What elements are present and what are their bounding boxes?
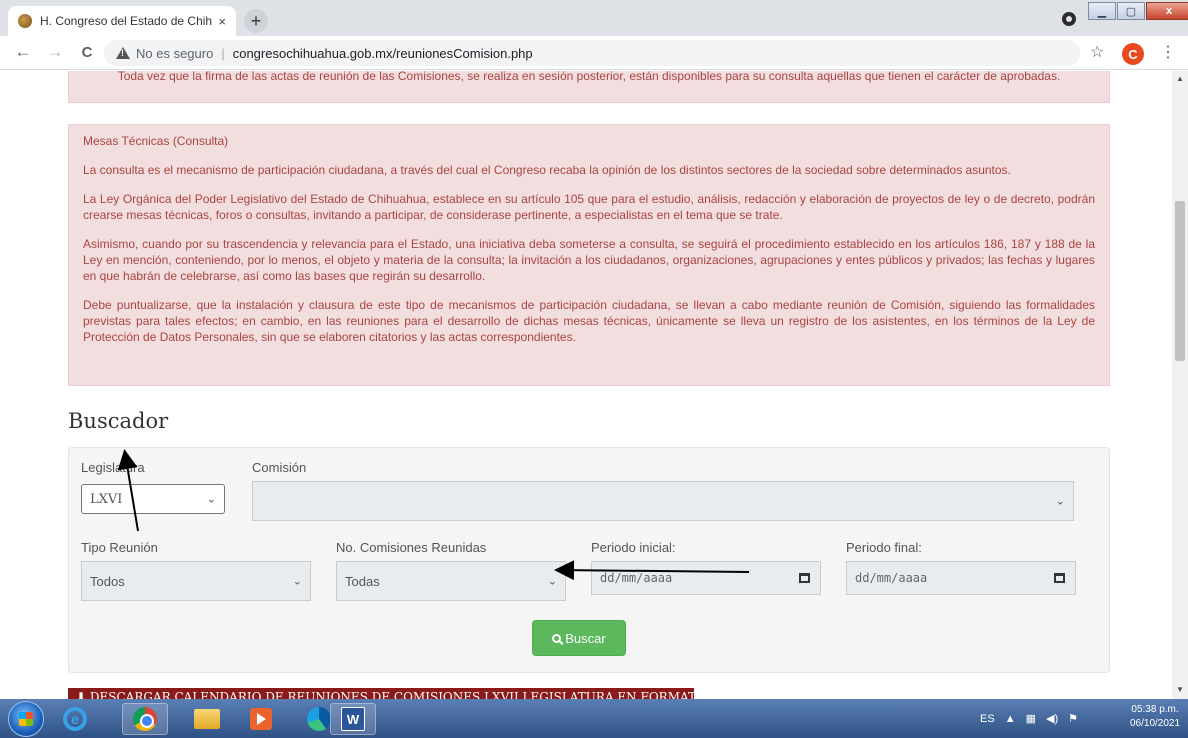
- browser-tab[interactable]: H. Congreso del Estado de Chihu ×: [8, 6, 236, 36]
- comisiones-reunidas-value: Todas: [345, 573, 380, 589]
- windows-taskbar: e W ES ▲ ▦ ◀) ⚑ 05:38 p.m. 06/10/2021: [0, 699, 1188, 738]
- new-tab-button[interactable]: +: [244, 9, 268, 33]
- legislatura-select[interactable]: LXVI ⌄: [81, 484, 225, 514]
- taskbar-word[interactable]: W: [330, 703, 376, 735]
- taskbar-clock[interactable]: 05:38 p.m. 06/10/2021: [1130, 703, 1180, 731]
- warning-icon: [116, 47, 130, 59]
- tab-title: H. Congreso del Estado de Chihu: [40, 14, 213, 28]
- periodo-inicial-placeholder: dd/mm/aaaa: [600, 571, 673, 585]
- mesas-tecnicas-heading: Mesas Técnicas (Consulta): [83, 134, 229, 148]
- page-scrollbar[interactable]: ▲ ▼: [1172, 71, 1188, 699]
- window-controls: ▁ ▢ x: [1088, 2, 1188, 20]
- not-secure-label[interactable]: No es seguro: [136, 46, 213, 61]
- download-csv-button[interactable]: ⬇ DESCARGAR CALENDARIO DE REUNIONES DE C…: [68, 688, 694, 699]
- download-icon: ⬇: [76, 690, 90, 699]
- scrollbar-thumb[interactable]: [1175, 201, 1185, 361]
- comisiones-reunidas-select[interactable]: Todas ⌄: [336, 561, 566, 601]
- periodo-final-label: Periodo final:: [846, 540, 922, 555]
- url-text: congresochihuahua.gob.mx/reunionesComisi…: [232, 45, 533, 61]
- buscar-button[interactable]: Buscar: [532, 620, 626, 656]
- minimize-button[interactable]: ▁: [1088, 2, 1116, 20]
- alert-paragraph-1: La consulta es el mecanismo de participa…: [83, 163, 1011, 177]
- chevron-down-icon: ⌄: [206, 492, 216, 506]
- action-center-icon[interactable]: ⚑: [1068, 712, 1078, 725]
- periodo-inicial-label: Periodo inicial:: [591, 540, 676, 555]
- search-form: Legislatura Comisión LXVI ⌄ ⌄ Tipo Reuni…: [68, 447, 1110, 673]
- profile-avatar[interactable]: C: [1122, 43, 1144, 65]
- reload-icon[interactable]: C: [76, 44, 98, 61]
- chrome-icon: [133, 707, 157, 731]
- maximize-button[interactable]: ▢: [1117, 2, 1145, 20]
- address-separator: |: [221, 45, 225, 61]
- browser-titlebar: H. Congreso del Estado de Chihu × + ▁ ▢ …: [0, 0, 1188, 36]
- legislatura-value: LXVI: [90, 491, 123, 507]
- browser-toolbar: ← → C No es seguro | congresochihuahua.g…: [0, 36, 1188, 70]
- alert-paragraph-2: La Ley Orgánica del Poder Legislativo de…: [83, 192, 1095, 222]
- comisiones-reunidas-label: No. Comisiones Reunidas: [336, 540, 487, 555]
- media-indicator-icon[interactable]: [1062, 12, 1076, 26]
- download-csv-label: DESCARGAR CALENDARIO DE REUNIONES DE COM…: [89, 690, 694, 699]
- mesas-tecnicas-alert: Mesas Técnicas (Consulta) La consulta es…: [68, 124, 1110, 386]
- browser-menu-icon[interactable]: ⋮: [1160, 42, 1176, 62]
- forward-arrow-icon[interactable]: →: [44, 42, 66, 62]
- chevron-down-icon: ⌄: [292, 575, 302, 588]
- site-favicon-icon: [18, 14, 32, 28]
- tray-expand-icon[interactable]: ▲: [1005, 713, 1016, 725]
- buscar-button-label: Buscar: [565, 630, 606, 646]
- close-window-button[interactable]: x: [1146, 2, 1188, 20]
- start-button[interactable]: [8, 701, 44, 737]
- chevron-down-icon: ⌄: [547, 575, 557, 588]
- tipo-reunion-value: Todos: [90, 573, 125, 589]
- tipo-reunion-label: Tipo Reunión: [81, 540, 158, 555]
- language-indicator[interactable]: ES: [980, 713, 995, 725]
- scroll-down-arrow-icon[interactable]: ▼: [1176, 685, 1184, 694]
- system-tray: ES ▲ ▦ ◀) ⚑: [980, 699, 1088, 738]
- periodo-final-input[interactable]: dd/mm/aaaa: [846, 561, 1076, 595]
- volume-icon[interactable]: ◀): [1046, 712, 1058, 725]
- address-input[interactable]: No es seguro | congresochihuahua.gob.mx/…: [104, 40, 1080, 66]
- taskbar-ie[interactable]: e: [52, 703, 98, 735]
- alert-paragraph-4: Debe puntualizarse, que la instalación y…: [83, 298, 1095, 344]
- tipo-reunion-select[interactable]: Todos ⌄: [81, 561, 311, 601]
- periodo-inicial-input[interactable]: dd/mm/aaaa: [591, 561, 821, 595]
- tab-close-icon[interactable]: ×: [218, 14, 226, 29]
- actas-alert: Toda vez que la firma de las actas de re…: [68, 71, 1110, 103]
- comision-select[interactable]: ⌄: [252, 481, 1074, 521]
- page-content: Toda vez que la firma de las actas de re…: [0, 71, 1172, 699]
- media-player-icon: [250, 708, 272, 730]
- internet-explorer-icon: e: [63, 707, 87, 731]
- folder-icon: [194, 709, 220, 729]
- clock-date: 06/10/2021: [1130, 718, 1181, 729]
- scroll-up-arrow-icon[interactable]: ▲: [1176, 74, 1184, 83]
- back-arrow-icon[interactable]: ←: [12, 42, 34, 62]
- buscador-title: Buscador: [68, 409, 169, 433]
- taskbar-media[interactable]: [238, 703, 284, 735]
- periodo-final-placeholder: dd/mm/aaaa: [855, 571, 928, 585]
- edge-icon: [307, 707, 331, 731]
- calendar-icon[interactable]: [799, 573, 810, 583]
- calendar-icon[interactable]: [1054, 573, 1065, 583]
- word-icon: W: [341, 707, 365, 731]
- clock-time: 05:38 p.m.: [1131, 704, 1179, 715]
- search-icon: [552, 633, 562, 643]
- taskbar-chrome[interactable]: [122, 703, 168, 735]
- actas-alert-text: Toda vez que la firma de las actas de re…: [117, 71, 1061, 83]
- alert-paragraph-3: Asimismo, cuando por su trascendencia y …: [83, 237, 1095, 283]
- bookmark-star-icon[interactable]: ☆: [1090, 42, 1104, 62]
- taskbar-explorer[interactable]: [184, 703, 230, 735]
- network-icon[interactable]: ▦: [1026, 712, 1036, 725]
- chevron-down-icon: ⌄: [1055, 495, 1065, 508]
- comision-label: Comisión: [252, 460, 307, 475]
- legislatura-label: Legislatura: [81, 460, 145, 475]
